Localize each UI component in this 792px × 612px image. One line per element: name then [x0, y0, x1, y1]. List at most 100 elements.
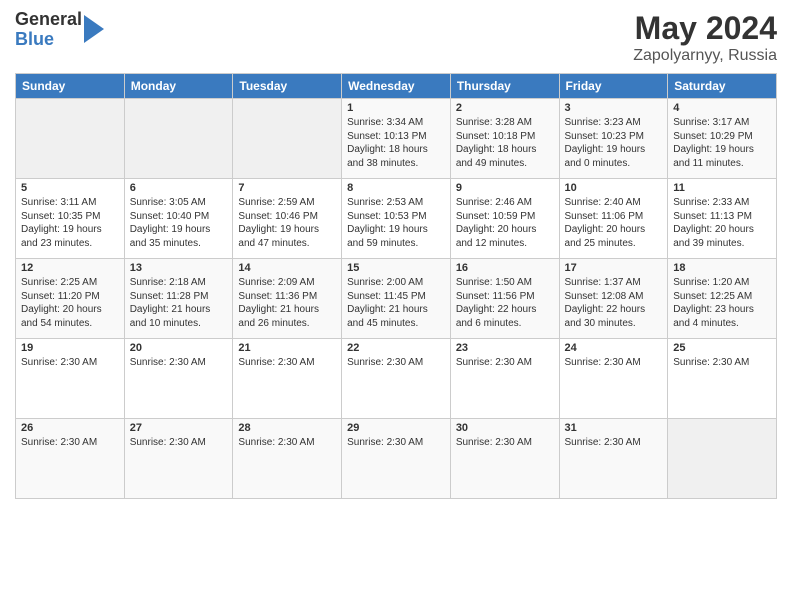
calendar-header-row: Sunday Monday Tuesday Wednesday Thursday…: [16, 74, 777, 99]
day-number: 3: [565, 102, 663, 114]
col-thursday: Thursday: [450, 74, 559, 99]
day-info: Sunrise: 2:30 AM: [673, 356, 771, 370]
table-row: 5Sunrise: 3:11 AM Sunset: 10:35 PM Dayli…: [16, 179, 125, 259]
day-info: Sunrise: 2:25 AM Sunset: 11:20 PM Daylig…: [21, 276, 119, 330]
table-row: 1 Sunrise: 3:34 AM Sunset: 10:13 PM Dayli…: [342, 99, 451, 179]
day-info: Sunrise: 2:40 AM Sunset: 11:06 PM Daylig…: [565, 196, 663, 250]
logo-blue: Blue: [15, 30, 82, 50]
table-row: 29 Sunrise: 2:30 AM: [342, 419, 451, 499]
table-row: 4 Sunrise: 3:17 AM Sunset: 10:29 PM Dayli…: [668, 99, 777, 179]
calendar-week-row: 1 Sunrise: 3:34 AM Sunset: 10:13 PM Dayli…: [16, 99, 777, 179]
table-row: 21 Sunrise: 2:30 AM: [233, 339, 342, 419]
day-number: 29: [347, 422, 445, 434]
table-row: 22 Sunrise: 2:30 AM: [342, 339, 451, 419]
day-number: 14: [238, 262, 336, 274]
day-number: 10: [565, 182, 663, 194]
day-number: 7: [238, 182, 336, 194]
day-number: 4: [673, 102, 771, 114]
day-number: 18: [673, 262, 771, 274]
day-number: 31: [565, 422, 663, 434]
table-row: [668, 419, 777, 499]
day-number: 22: [347, 342, 445, 354]
table-row: 17 Sunrise: 1:37 AM Sunset: 12:08 AM Dayl…: [559, 259, 668, 339]
day-info: Sunrise: 2:30 AM: [565, 436, 663, 450]
col-friday: Friday: [559, 74, 668, 99]
day-info: Sunrise: 1:37 AM Sunset: 12:08 AM Daylig…: [565, 276, 663, 330]
day-number: 25: [673, 342, 771, 354]
calendar-week-row: 26Sunrise: 2:30 AM27Sunrise: 2:30 AM28Su…: [16, 419, 777, 499]
table-row: 7 Sunrise: 2:59 AM Sunset: 10:46 PM Dayli…: [233, 179, 342, 259]
table-row: 16 Sunrise: 1:50 AM Sunset: 11:56 PM Dayl…: [450, 259, 559, 339]
day-info: Sunrise: 2:30 AM: [456, 356, 554, 370]
day-info: Sunrise: 2:00 AM Sunset: 11:45 PM Daylig…: [347, 276, 445, 330]
table-row: 2 Sunrise: 3:28 AM Sunset: 10:18 PM Dayli…: [450, 99, 559, 179]
logo-general: General: [15, 10, 82, 30]
day-number: 9: [456, 182, 554, 194]
page: General Blue May 2024 Zapolyarnyy, Russi…: [0, 0, 792, 612]
table-row: 25 Sunrise: 2:30 AM: [668, 339, 777, 419]
day-number: 11: [673, 182, 771, 194]
calendar-table: Sunday Monday Tuesday Wednesday Thursday…: [15, 73, 777, 499]
col-monday: Monday: [124, 74, 233, 99]
title-block: May 2024 Zapolyarnyy, Russia: [633, 10, 777, 65]
day-number: 19: [21, 342, 119, 354]
day-number: 26: [21, 422, 119, 434]
day-info: Sunrise: 2:30 AM: [347, 436, 445, 450]
header: General Blue May 2024 Zapolyarnyy, Russi…: [15, 10, 777, 65]
table-row: 19 Sunrise: 2:30 AM: [16, 339, 125, 419]
table-row: 28Sunrise: 2:30 AM: [233, 419, 342, 499]
day-info: Sunrise: 2:09 AM Sunset: 11:36 PM Daylig…: [238, 276, 336, 330]
day-number: 21: [238, 342, 336, 354]
day-number: 8: [347, 182, 445, 194]
day-info: Sunrise: 2:46 AM Sunset: 10:59 PM Daylig…: [456, 196, 554, 250]
day-number: 20: [130, 342, 228, 354]
col-saturday: Saturday: [668, 74, 777, 99]
col-tuesday: Tuesday: [233, 74, 342, 99]
day-info: Sunrise: 3:28 AM Sunset: 10:18 PM Daylig…: [456, 116, 554, 170]
table-row: 12 Sunrise: 2:25 AM Sunset: 11:20 PM Dayl…: [16, 259, 125, 339]
day-info: Sunrise: 1:50 AM Sunset: 11:56 PM Daylig…: [456, 276, 554, 330]
day-number: 12: [21, 262, 119, 274]
table-row: 13Sunrise: 2:18 AM Sunset: 11:28 PM Dayl…: [124, 259, 233, 339]
logo-text: General Blue: [15, 10, 82, 50]
logo-icon: [84, 15, 104, 43]
calendar-week-row: 19Sunrise: 2:30 AM20Sunrise: 2:30 AM21Su…: [16, 339, 777, 419]
day-info: Sunrise: 1:20 AM Sunset: 12:25 AM Daylig…: [673, 276, 771, 330]
table-row: 9 Sunrise: 2:46 AM Sunset: 10:59 PM Dayli…: [450, 179, 559, 259]
table-row: 6Sunrise: 3:05 AM Sunset: 10:40 PM Dayli…: [124, 179, 233, 259]
day-number: 2: [456, 102, 554, 114]
day-number: 17: [565, 262, 663, 274]
day-info: Sunrise: 2:59 AM Sunset: 10:46 PM Daylig…: [238, 196, 336, 250]
day-info: Sunrise: 2:30 AM: [130, 436, 228, 450]
day-number: 1: [347, 102, 445, 114]
day-info: Sunrise: 2:53 AM Sunset: 10:53 PM Daylig…: [347, 196, 445, 250]
day-info: Sunrise: 3:23 AM Sunset: 10:23 PM Daylig…: [565, 116, 663, 170]
day-number: 16: [456, 262, 554, 274]
day-info: Sunrise: 3:17 AM Sunset: 10:29 PM Daylig…: [673, 116, 771, 170]
day-info: Sunrise: 3:11 AM Sunset: 10:35 PM Daylig…: [21, 196, 119, 250]
day-number: 23: [456, 342, 554, 354]
table-row: 26 Sunrise: 2:30 AM: [16, 419, 125, 499]
table-row: 14 Sunrise: 2:09 AM Sunset: 11:36 PM Dayl…: [233, 259, 342, 339]
day-info: Sunrise: 2:30 AM: [347, 356, 445, 370]
table-row: 27 Sunrise: 2:30 AM: [124, 419, 233, 499]
day-info: Sunrise: 2:30 AM: [456, 436, 554, 450]
day-number: 30: [456, 422, 554, 434]
day-info: Sunrise: 2:18 AM Sunset: 11:28 PM Daylig…: [130, 276, 228, 330]
table-row: [124, 99, 233, 179]
day-info: Sunrise: 2:30 AM: [21, 436, 119, 450]
table-row: 8 Sunrise: 2:53 AM Sunset: 10:53 PM Dayli…: [342, 179, 451, 259]
day-number: 15: [347, 262, 445, 274]
day-info: Sunrise: 2:30 AM: [238, 436, 336, 450]
day-info: Sunrise: 2:33 AM Sunset: 11:13 PM Daylig…: [673, 196, 771, 250]
table-row: 20Sunrise: 2:30 AM: [124, 339, 233, 419]
day-info: Sunrise: 2:30 AM: [21, 356, 119, 370]
day-info: Sunrise: 2:30 AM: [238, 356, 336, 370]
day-info: Sunrise: 3:34 AM Sunset: 10:13 PM Daylig…: [347, 116, 445, 170]
calendar-week-row: 5Sunrise: 3:11 AM Sunset: 10:35 PM Dayli…: [16, 179, 777, 259]
calendar-title: May 2024: [633, 10, 777, 47]
table-row: [16, 99, 125, 179]
day-number: 27: [130, 422, 228, 434]
day-info: Sunrise: 3:05 AM Sunset: 10:40 PM Daylig…: [130, 196, 228, 250]
calendar-week-row: 12 Sunrise: 2:25 AM Sunset: 11:20 PM Dayl…: [16, 259, 777, 339]
